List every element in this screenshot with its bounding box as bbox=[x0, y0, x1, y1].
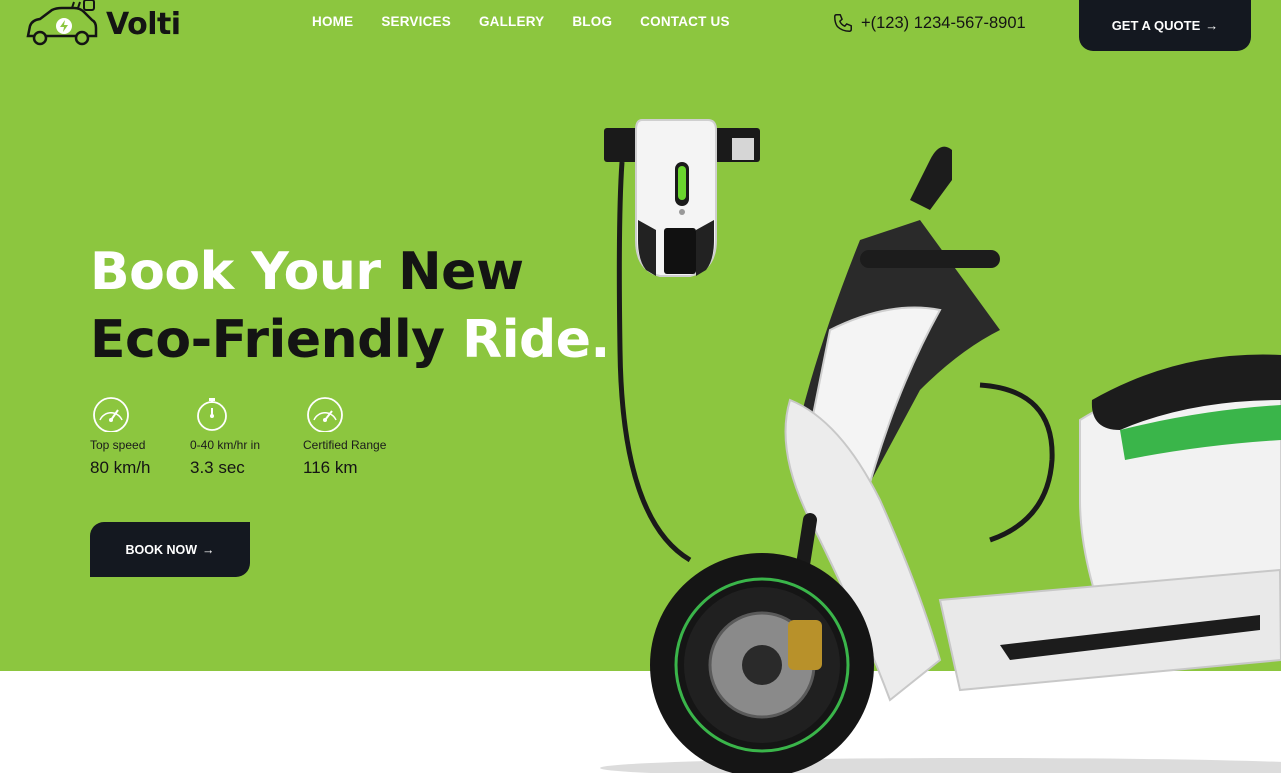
book-now-button[interactable]: BOOK NOW → bbox=[90, 522, 250, 577]
stat-value: 80 km/h bbox=[90, 458, 151, 477]
headline-line2-dark: Eco-Friendly bbox=[90, 310, 463, 370]
phone-number: +(123) 1234-567-8901 bbox=[861, 13, 1026, 32]
stat-label: Top speed bbox=[90, 438, 146, 452]
charging-cable bbox=[979, 382, 1055, 543]
main-nav: HOME SERVICES GALLERY BLOG CONTACT US bbox=[312, 14, 758, 29]
phone-icon bbox=[834, 14, 852, 32]
stat-label: 0-40 km/hr in bbox=[190, 438, 261, 452]
stat-top-speed: Top speed 80 km/h bbox=[90, 396, 150, 478]
brand-name: Volti bbox=[106, 6, 181, 42]
get-a-quote-button[interactable]: GET A QUOTE → bbox=[1079, 0, 1251, 51]
arrow-right-icon: → bbox=[202, 542, 215, 557]
hero-headline: Book Your New Eco-Friendly Ride. bbox=[90, 238, 610, 374]
header-phone[interactable]: +(123) 1234-567-8901 bbox=[832, 12, 1026, 34]
brand-logo[interactable]: Volti bbox=[24, 0, 181, 48]
scooter-charger-illustration bbox=[600, 119, 1281, 773]
get-a-quote-label: GET A QUOTE bbox=[1111, 18, 1201, 33]
headline-line1-white: Book Your bbox=[90, 242, 399, 302]
nav-item-services[interactable]: SERVICES bbox=[381, 14, 451, 29]
speedometer-icon bbox=[93, 397, 129, 432]
wall-charger-icon bbox=[604, 119, 760, 563]
book-now-label: BOOK NOW bbox=[125, 542, 198, 557]
nav-item-blog[interactable]: BLOG bbox=[572, 14, 612, 29]
nav-item-home[interactable]: HOME bbox=[312, 14, 353, 29]
nav-item-gallery[interactable]: GALLERY bbox=[479, 14, 544, 29]
stat-value: 116 km bbox=[303, 458, 358, 477]
gauge-icon bbox=[307, 397, 343, 432]
stat-label: Certified Range bbox=[303, 438, 387, 452]
stopwatch-icon bbox=[197, 398, 227, 431]
stat-certified-range: Certified Range 116 km bbox=[303, 396, 386, 478]
stat-acceleration: 0-40 km/hr in 3.3 sec bbox=[190, 396, 260, 478]
headline-line1-dark: New bbox=[398, 242, 524, 302]
floor-shadow bbox=[600, 758, 1281, 773]
electric-car-plug-logo-icon bbox=[26, 0, 98, 46]
electric-scooter-icon bbox=[650, 146, 1281, 773]
nav-item-contact-us[interactable]: CONTACT US bbox=[640, 14, 730, 29]
arrow-right-icon: → bbox=[1205, 18, 1219, 33]
stat-value: 3.3 sec bbox=[190, 458, 245, 477]
